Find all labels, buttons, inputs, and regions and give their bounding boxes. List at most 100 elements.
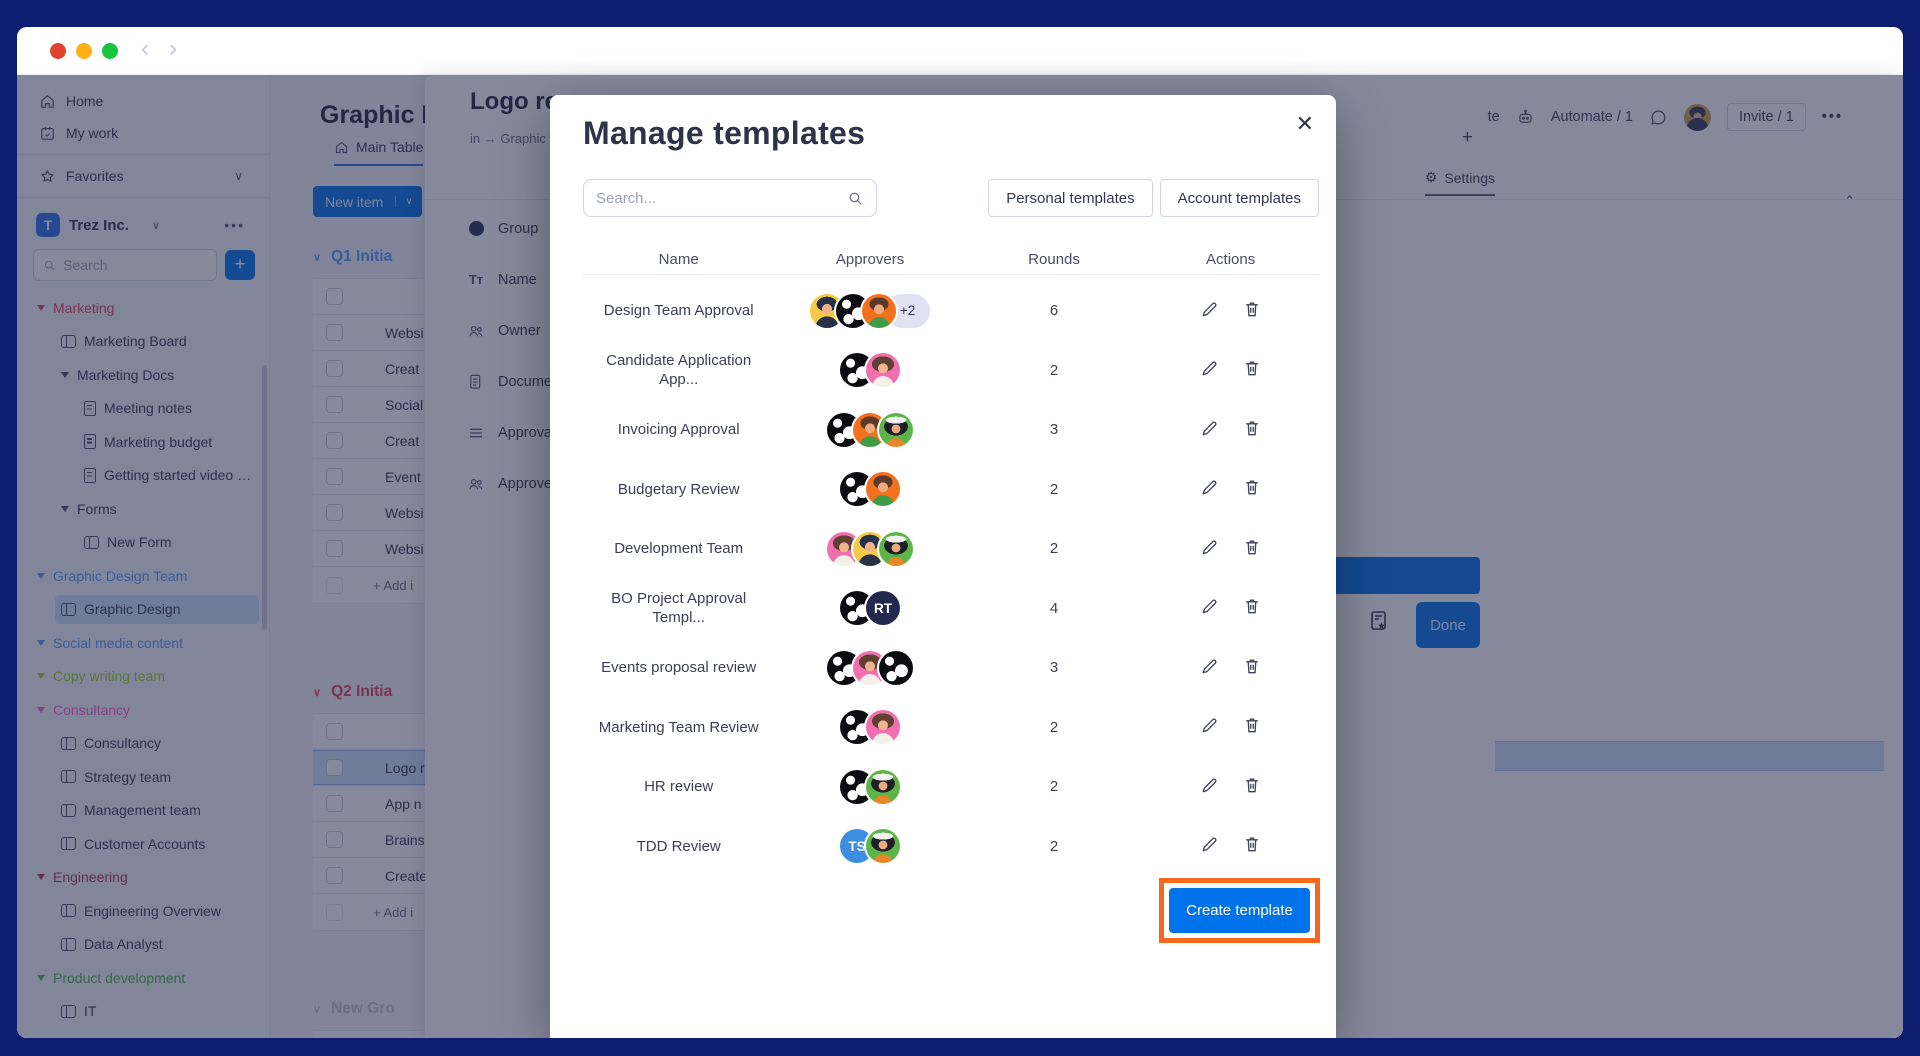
delete-trash-icon[interactable] bbox=[1242, 537, 1262, 561]
header-actions: Actions bbox=[1142, 251, 1319, 268]
create-template-highlight: Create template bbox=[1159, 878, 1320, 943]
avatar-green-hijab bbox=[866, 829, 900, 863]
titlebar: ‹ › bbox=[17, 27, 1903, 75]
template-row: Invoicing Approval3 bbox=[583, 400, 1319, 460]
template-rounds: 3 bbox=[966, 659, 1143, 676]
approvers-avatars bbox=[774, 472, 965, 506]
template-name: Marketing Team Review bbox=[583, 718, 774, 738]
edit-pencil-icon[interactable] bbox=[1200, 418, 1220, 442]
modal-title: Manage templates bbox=[583, 115, 865, 152]
create-template-button[interactable]: Create template bbox=[1169, 888, 1310, 933]
back-icon[interactable]: ‹ bbox=[135, 35, 155, 63]
personal-templates-button[interactable]: Personal templates bbox=[988, 179, 1152, 217]
row-actions bbox=[1142, 477, 1319, 501]
header-rounds: Rounds bbox=[966, 251, 1143, 268]
delete-trash-icon[interactable] bbox=[1242, 418, 1262, 442]
approvers-avatars bbox=[774, 710, 965, 744]
delete-trash-icon[interactable] bbox=[1242, 834, 1262, 858]
edit-pencil-icon[interactable] bbox=[1200, 596, 1220, 620]
approvers-avatars: +2 bbox=[774, 294, 965, 328]
search-icon bbox=[847, 190, 864, 207]
app-window: ‹ › Home My work Favorites ∨ T bbox=[17, 27, 1903, 1038]
approvers-avatars: TS bbox=[774, 829, 965, 863]
manage-templates-modal: ✕ Manage templates Personal templates Ac… bbox=[550, 95, 1336, 1038]
row-actions bbox=[1142, 418, 1319, 442]
template-name: HR review bbox=[583, 777, 774, 797]
template-rounds: 2 bbox=[966, 778, 1143, 795]
template-row: Budgetary Review 2 bbox=[583, 460, 1319, 520]
template-rounds: 3 bbox=[966, 421, 1143, 438]
template-rounds: 4 bbox=[966, 600, 1143, 617]
delete-trash-icon[interactable] bbox=[1242, 656, 1262, 680]
approvers-avatars bbox=[774, 532, 965, 566]
delete-trash-icon[interactable] bbox=[1242, 477, 1262, 501]
template-row: Candidate Application App... 2 bbox=[583, 341, 1319, 401]
close-icon[interactable]: ✕ bbox=[1296, 111, 1314, 137]
template-rounds: 2 bbox=[966, 481, 1143, 498]
template-rounds: 6 bbox=[966, 302, 1143, 319]
avatar-initials-rt: RT bbox=[866, 591, 900, 625]
approvers-avatars bbox=[774, 353, 965, 387]
template-name: BO Project Approval Templ... bbox=[583, 589, 774, 628]
close-window-button[interactable] bbox=[50, 43, 66, 59]
edit-pencil-icon[interactable] bbox=[1200, 834, 1220, 858]
edit-pencil-icon[interactable] bbox=[1200, 656, 1220, 680]
template-name: Design Team Approval bbox=[583, 301, 774, 321]
delete-trash-icon[interactable] bbox=[1242, 299, 1262, 323]
header-name: Name bbox=[583, 250, 774, 270]
template-search[interactable] bbox=[583, 179, 877, 217]
avatar-orange-man bbox=[862, 294, 896, 328]
template-search-input[interactable] bbox=[596, 190, 839, 207]
approvers-avatars bbox=[774, 413, 965, 447]
forward-icon[interactable]: › bbox=[163, 35, 183, 63]
avatar-orange-man bbox=[866, 472, 900, 506]
page: { "window": { "traffic_lights": { "red":… bbox=[0, 0, 1920, 1056]
approvers-avatars bbox=[774, 651, 965, 685]
avatar-green-hijab bbox=[879, 532, 913, 566]
delete-trash-icon[interactable] bbox=[1242, 358, 1262, 382]
row-actions bbox=[1142, 537, 1319, 561]
minimize-window-button[interactable] bbox=[76, 43, 92, 59]
template-rounds: 2 bbox=[966, 362, 1143, 379]
template-name: Candidate Application App... bbox=[583, 351, 774, 390]
template-row: HR review 2 bbox=[583, 757, 1319, 817]
row-actions bbox=[1142, 299, 1319, 323]
template-row: Events proposal review 3 bbox=[583, 638, 1319, 698]
row-actions bbox=[1142, 775, 1319, 799]
avatar-green-hijab bbox=[879, 413, 913, 447]
edit-pencil-icon[interactable] bbox=[1200, 537, 1220, 561]
templates-table: Name Approvers Rounds Actions Design Tea… bbox=[583, 245, 1319, 876]
template-rounds: 2 bbox=[966, 540, 1143, 557]
account-templates-button[interactable]: Account templates bbox=[1160, 179, 1319, 217]
template-rounds: 2 bbox=[966, 838, 1143, 855]
delete-trash-icon[interactable] bbox=[1242, 715, 1262, 739]
avatar-pink-woman bbox=[866, 710, 900, 744]
template-name: Development Team bbox=[583, 539, 774, 559]
row-actions bbox=[1142, 715, 1319, 739]
approvers-avatars: RT bbox=[774, 591, 965, 625]
template-row: BO Project Approval Templ... RT 4 bbox=[583, 579, 1319, 639]
approvers-avatars bbox=[774, 770, 965, 804]
edit-pencil-icon[interactable] bbox=[1200, 775, 1220, 799]
edit-pencil-icon[interactable] bbox=[1200, 715, 1220, 739]
edit-pencil-icon[interactable] bbox=[1200, 299, 1220, 323]
avatar-green-hijab bbox=[866, 770, 900, 804]
delete-trash-icon[interactable] bbox=[1242, 596, 1262, 620]
template-name: Budgetary Review bbox=[583, 480, 774, 500]
app-area: Home My work Favorites ∨ T Trez Inc. ∨ •… bbox=[17, 75, 1903, 1038]
avatar-pink-woman bbox=[866, 353, 900, 387]
row-actions bbox=[1142, 656, 1319, 680]
template-row: Design Team Approval+26 bbox=[583, 281, 1319, 341]
maximize-window-button[interactable] bbox=[102, 43, 118, 59]
row-actions bbox=[1142, 358, 1319, 382]
table-rows: Design Team Approval+26Candidate Applica… bbox=[583, 281, 1319, 876]
template-row: Development Team 2 bbox=[583, 519, 1319, 579]
header-approvers: Approvers bbox=[774, 251, 965, 268]
avatar-default bbox=[879, 651, 913, 685]
table-header: Name Approvers Rounds Actions bbox=[583, 245, 1319, 275]
delete-trash-icon[interactable] bbox=[1242, 775, 1262, 799]
template-row: Marketing Team Review2 bbox=[583, 698, 1319, 758]
template-name: Events proposal review bbox=[583, 658, 774, 678]
edit-pencil-icon[interactable] bbox=[1200, 358, 1220, 382]
edit-pencil-icon[interactable] bbox=[1200, 477, 1220, 501]
